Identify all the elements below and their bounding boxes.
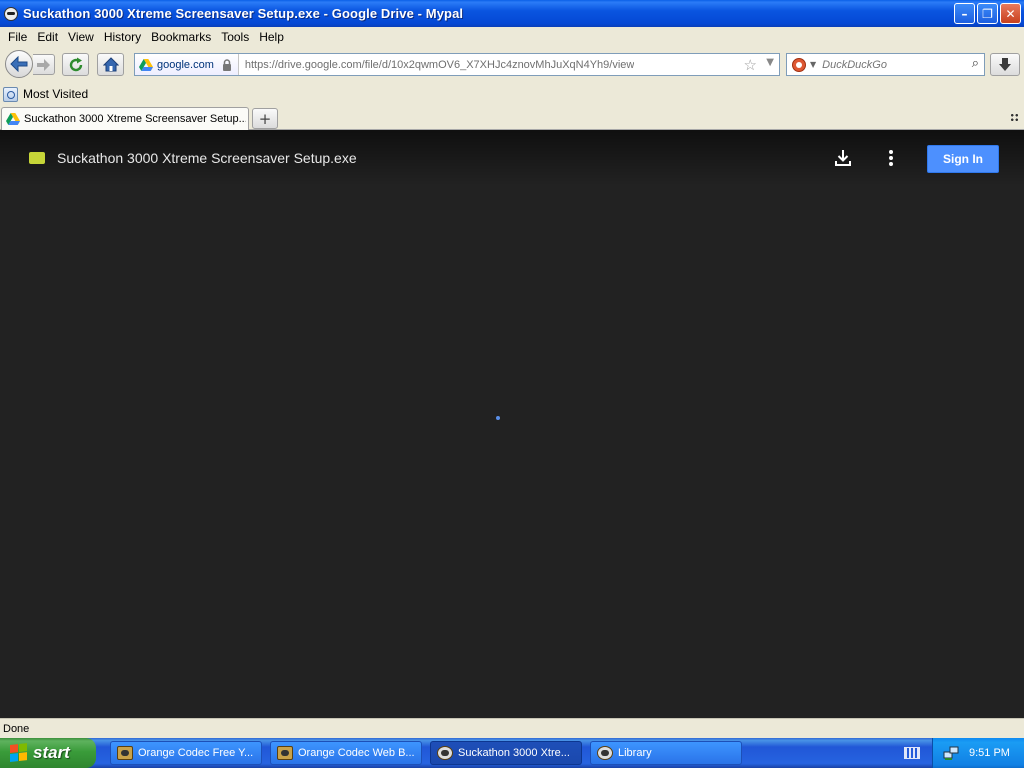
taskbar-item-orange-codec-web[interactable]: Orange Codec Web B...	[270, 741, 422, 765]
window-titlebar[interactable]: Suckathon 3000 Xtreme Screensaver Setup.…	[0, 0, 1024, 27]
close-button[interactable]: ✕	[1000, 3, 1021, 24]
new-tab-button[interactable]: +	[252, 108, 278, 129]
sign-in-button[interactable]: Sign In	[927, 145, 999, 173]
network-icon[interactable]	[943, 746, 959, 761]
url-history-dropdown-icon[interactable]: ▼	[766, 57, 774, 68]
clock[interactable]: 9:51 PM	[969, 747, 1010, 759]
window-controls: – ❐ ✕	[954, 3, 1021, 24]
start-button[interactable]: start	[0, 738, 96, 768]
minimize-icon: –	[961, 6, 968, 21]
bookmark-star-icon[interactable]: ☆	[744, 56, 757, 74]
menu-file[interactable]: File	[3, 30, 32, 44]
download-file-button[interactable]	[832, 147, 854, 169]
search-engine-dropdown-icon[interactable]: ▼	[810, 60, 816, 69]
taskbar-item-mypal-active[interactable]: Suckathon 3000 Xtre...	[430, 741, 582, 765]
taskbar-item-label: Library	[618, 747, 652, 759]
windows-logo-icon	[10, 743, 28, 763]
search-bar: ▼ ⌕	[786, 53, 985, 76]
menu-bar: File Edit View History Bookmarks Tools H…	[0, 27, 1024, 46]
home-icon	[102, 57, 119, 72]
minimize-button[interactable]: –	[954, 3, 975, 24]
orange-codec-app-icon	[117, 746, 133, 760]
viewer-header: Suckathon 3000 Xtreme Screensaver Setup.…	[0, 130, 1024, 186]
restore-button[interactable]: ❐	[977, 3, 998, 24]
site-identity[interactable]: google.com	[135, 54, 239, 75]
start-label: start	[33, 743, 70, 762]
back-button[interactable]	[5, 50, 33, 78]
executable-file-icon	[29, 152, 45, 164]
window-title: Suckathon 3000 Xtreme Screensaver Setup.…	[23, 6, 464, 21]
mypal-app-icon	[597, 746, 613, 760]
loading-spinner	[496, 416, 500, 420]
restore-icon: ❐	[982, 6, 993, 21]
download-icon	[835, 150, 851, 166]
keyboard-icon[interactable]	[904, 747, 920, 759]
taskbar-item-label: Orange Codec Free Y...	[138, 747, 254, 759]
menu-view[interactable]: View	[63, 30, 99, 44]
forward-arrow-icon	[36, 58, 50, 71]
reload-button[interactable]	[62, 53, 89, 76]
close-icon: ✕	[1005, 6, 1016, 21]
google-drive-icon	[139, 58, 153, 71]
mypal-app-icon[interactable]	[4, 6, 18, 21]
taskbar-item-label: Suckathon 3000 Xtre...	[458, 747, 570, 759]
taskbar-item-label: Orange Codec Web B...	[298, 747, 415, 759]
navigation-toolbar: google.com https://drive.google.com/file…	[0, 46, 1024, 82]
duckduckgo-icon[interactable]	[792, 57, 806, 72]
tab-strip: Suckathon 3000 Xtreme Screensaver Setup.…	[0, 105, 1024, 130]
menu-edit[interactable]: Edit	[32, 30, 63, 44]
list-all-tabs-icon[interactable]	[1010, 113, 1019, 122]
status-text: Done	[3, 722, 30, 735]
google-drive-icon	[6, 113, 20, 125]
bookmark-most-visited[interactable]: Most Visited	[23, 87, 88, 101]
menu-tools[interactable]: Tools	[216, 30, 254, 44]
taskbar-item-orange-codec-free[interactable]: Orange Codec Free Y...	[110, 741, 262, 765]
drive-viewer: Suckathon 3000 Xtreme Screensaver Setup.…	[0, 130, 1024, 718]
url-bar[interactable]: google.com https://drive.google.com/file…	[134, 53, 780, 76]
mypal-app-icon	[437, 746, 453, 760]
file-name: Suckathon 3000 Xtreme Screensaver Setup.…	[57, 150, 357, 166]
status-bar: Done	[0, 718, 1024, 738]
lock-icon	[222, 58, 231, 71]
identity-domain: google.com	[157, 58, 214, 71]
tab-label: Suckathon 3000 Xtreme Screensaver Setup.…	[24, 113, 246, 125]
taskbar: start Orange Codec Free Y... Orange Code…	[0, 738, 1024, 768]
reload-icon	[69, 57, 82, 71]
system-tray: 9:51 PM	[932, 738, 1024, 768]
taskbar-item-library[interactable]: Library	[590, 741, 742, 765]
forward-button[interactable]	[33, 54, 55, 75]
menu-bookmarks[interactable]: Bookmarks	[146, 30, 216, 44]
back-arrow-icon	[10, 56, 28, 72]
url-text: https://drive.google.com/file/d/10x2qwmO…	[244, 58, 635, 71]
most-visited-folder-icon	[3, 86, 18, 102]
plus-icon: +	[258, 109, 272, 128]
orange-codec-app-icon	[277, 746, 293, 760]
tab-active[interactable]: Suckathon 3000 Xtreme Screensaver Setup.…	[1, 107, 249, 130]
menu-help[interactable]: Help	[254, 30, 289, 44]
downloads-button[interactable]	[990, 53, 1020, 76]
more-vert-icon	[889, 150, 893, 166]
bookmarks-toolbar: Most Visited	[0, 84, 1024, 104]
search-icon[interactable]: ⌕	[972, 56, 979, 71]
home-button[interactable]	[97, 53, 124, 76]
menu-history[interactable]: History	[99, 30, 146, 44]
downloads-arrow-icon	[999, 57, 1011, 71]
search-input[interactable]	[822, 58, 963, 71]
more-actions-button[interactable]	[881, 147, 901, 169]
